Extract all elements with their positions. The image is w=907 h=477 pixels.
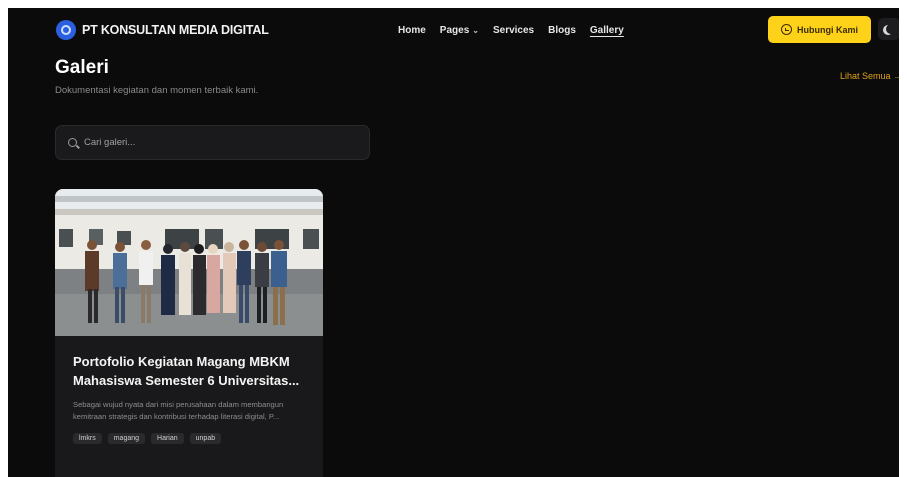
contact-button-label: Hubungi Kami — [797, 24, 858, 35]
theme-toggle-button[interactable] — [878, 18, 899, 40]
see-all-link[interactable]: Lihat Semua → — [840, 71, 899, 81]
tag[interactable]: Harian — [151, 433, 184, 444]
brand[interactable]: PT KONSULTAN MEDIA DIGITAL — [56, 20, 269, 40]
moon-icon — [886, 24, 896, 34]
navbar: PT KONSULTAN MEDIA DIGITAL Home Pages ⌄ S… — [8, 8, 899, 54]
card-title: Portofolio Kegiatan Magang MBKM Mahasisw… — [73, 354, 300, 388]
nav-blogs[interactable]: Blogs — [548, 25, 576, 36]
page-title: Galeri — [55, 57, 109, 78]
nav-gallery[interactable]: Gallery — [590, 25, 624, 36]
card-tags: lmkrs magang Harian unpab — [73, 433, 313, 444]
chat-icon — [781, 24, 792, 35]
brand-name: PT KONSULTAN MEDIA DIGITAL — [82, 23, 269, 37]
tag[interactable]: lmkrs — [73, 433, 102, 444]
tag[interactable]: magang — [107, 433, 146, 444]
card-body: Portofolio Kegiatan Magang MBKM Mahasisw… — [73, 352, 313, 444]
nav-pages-label: Pages — [439, 25, 470, 36]
nav-services[interactable]: Services — [493, 25, 534, 36]
app-frame: PT KONSULTAN MEDIA DIGITAL Home Pages ⌄ S… — [8, 8, 899, 477]
gallery-card[interactable]: Portofolio Kegiatan Magang MBKM Mahasisw… — [55, 189, 323, 477]
contact-button[interactable]: Hubungi Kami — [768, 16, 871, 43]
search-box — [55, 125, 370, 160]
nav-home[interactable]: Home — [398, 25, 426, 36]
main-nav: Home Pages ⌄ Services Blogs Gallery — [398, 25, 624, 36]
gallery-photo — [55, 189, 323, 336]
search-icon — [68, 138, 77, 147]
search-input[interactable] — [84, 137, 344, 148]
nav-pages[interactable]: Pages ⌄ — [440, 25, 479, 36]
chevron-down-icon: ⌄ — [472, 26, 479, 35]
card-description: Sebagai wujud nyata dari misi perusahaan… — [73, 400, 284, 421]
tag[interactable]: unpab — [189, 433, 222, 444]
logo-icon — [56, 20, 76, 40]
page-subtitle: Dokumentasi kegiatan dan momen terbaik k… — [55, 85, 259, 96]
